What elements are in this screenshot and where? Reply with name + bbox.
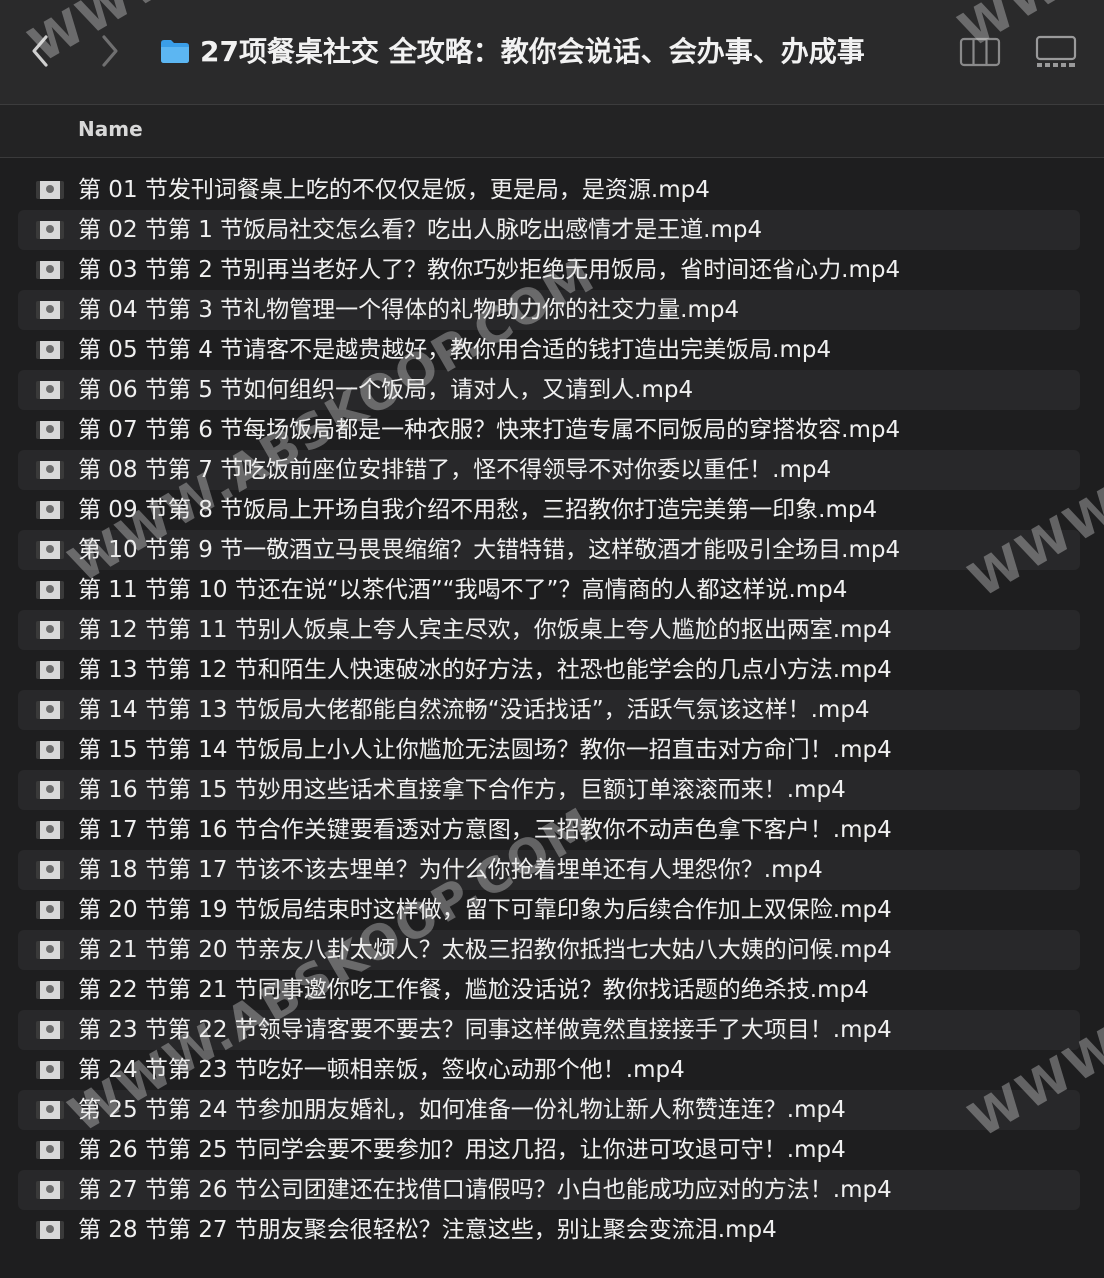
video-file-icon <box>36 661 64 679</box>
file-row[interactable]: 第 22 节第 21 节同事邀你吃工作餐，尴尬没话说？教你找话题的绝杀技.mp4 <box>18 970 1080 1010</box>
file-row[interactable]: 第 27 节第 26 节公司团建还在找借口请假吗？小白也能成功应对的方法！.mp… <box>18 1170 1080 1210</box>
file-name: 第 14 节第 13 节饭局大佬都能自然流畅“没话找话”，活跃气氛该这样！.mp… <box>78 697 870 723</box>
file-name: 第 28 节第 27 节朋友聚会很轻松？注意这些，别让聚会变流泪.mp4 <box>78 1217 777 1243</box>
video-file-icon <box>36 181 64 199</box>
file-row[interactable]: 第 20 节第 19 节饭局结束时这样做，留下可靠印象为后续合作加上双保险.mp… <box>18 890 1080 930</box>
file-row[interactable]: 第 13 节第 12 节和陌生人快速破冰的好方法，社恐也能学会的几点小方法.mp… <box>18 650 1080 690</box>
file-row[interactable]: 第 04 节第 3 节礼物管理一个得体的礼物助力你的社交力量.mp4 <box>18 290 1080 330</box>
video-file-icon <box>36 1101 64 1119</box>
file-name: 第 24 节第 23 节吃好一顿相亲饭，签收心动那个他！.mp4 <box>78 1057 685 1083</box>
file-name: 第 08 节第 7 节吃饭前座位安排错了，怪不得领导不对你委以重任！.mp4 <box>78 457 832 483</box>
file-row[interactable]: 第 02 节第 1 节饭局社交怎么看？吃出人脉吃出感情才是王道.mp4 <box>18 210 1080 250</box>
file-name: 第 20 节第 19 节饭局结束时这样做，留下可靠印象为后续合作加上双保险.mp… <box>78 897 892 923</box>
file-row[interactable]: 第 08 节第 7 节吃饭前座位安排错了，怪不得领导不对你委以重任！.mp4 <box>18 450 1080 490</box>
gallery-view-icon <box>1035 35 1077 67</box>
column-header: Name <box>0 105 1104 158</box>
file-row[interactable]: 第 18 节第 17 节该不该去埋单？为什么你抢着埋单还有人埋怨你？.mp4 <box>18 850 1080 890</box>
file-name: 第 06 节第 5 节如何组织一个饭局，请对人，又请到人.mp4 <box>78 377 694 403</box>
video-file-icon <box>36 1221 64 1239</box>
file-row[interactable]: 第 12 节第 11 节别人饭桌上夸人宾主尽欢，你饭桌上夸人尴尬的抠出两室.mp… <box>18 610 1080 650</box>
video-file-icon <box>36 821 64 839</box>
video-file-icon <box>36 741 64 759</box>
columns-view-icon <box>959 37 1001 67</box>
video-file-icon <box>36 901 64 919</box>
video-file-icon <box>36 461 64 479</box>
folder-icon <box>161 40 189 63</box>
video-file-icon <box>36 981 64 999</box>
video-file-icon <box>36 381 64 399</box>
video-file-icon <box>36 341 64 359</box>
file-row[interactable]: 第 01 节发刊词餐桌上吃的不仅仅是饭，更是局，是资源.mp4 <box>18 170 1080 210</box>
file-row[interactable]: 第 14 节第 13 节饭局大佬都能自然流畅“没话找话”，活跃气氛该这样！.mp… <box>18 690 1080 730</box>
file-list: 第 01 节发刊词餐桌上吃的不仅仅是饭，更是局，是资源.mp4 第 02 节第 1… <box>0 170 1104 1250</box>
file-name: 第 25 节第 24 节参加朋友婚礼，如何准备一份礼物让新人称赞连连？.mp4 <box>78 1097 846 1123</box>
file-name: 第 21 节第 20 节亲友八卦太烦人？太极三招教你抵挡七大姑八大姨的问候.mp… <box>78 937 892 963</box>
video-file-icon <box>36 261 64 279</box>
file-name: 第 01 节发刊词餐桌上吃的不仅仅是饭，更是局，是资源.mp4 <box>78 177 710 203</box>
video-file-icon <box>36 781 64 799</box>
file-name: 第 03 节第 2 节别再当老好人了？教你巧妙拒绝无用饭局，省时间还省心力.mp… <box>78 257 901 283</box>
file-row[interactable]: 第 28 节第 27 节朋友聚会很轻松？注意这些，别让聚会变流泪.mp4 <box>18 1210 1080 1250</box>
file-row[interactable]: 第 24 节第 23 节吃好一顿相亲饭，签收心动那个他！.mp4 <box>18 1050 1080 1090</box>
file-name: 第 22 节第 21 节同事邀你吃工作餐，尴尬没话说？教你找话题的绝杀技.mp4 <box>78 977 869 1003</box>
video-file-icon <box>36 861 64 879</box>
file-name: 第 15 节第 14 节饭局上小人让你尴尬无法圆场？教你一招直击对方命门！.mp… <box>78 737 892 763</box>
video-file-icon <box>36 581 64 599</box>
video-file-icon <box>36 701 64 719</box>
file-name: 第 02 节第 1 节饭局社交怎么看？吃出人脉吃出感情才是王道.mp4 <box>78 217 763 243</box>
file-row[interactable]: 第 17 节第 16 节合作关键要看透对方意图，三招教你不动声色拿下客户！.mp… <box>18 810 1080 850</box>
video-file-icon <box>36 1141 64 1159</box>
video-file-icon <box>36 421 64 439</box>
video-file-icon <box>36 501 64 519</box>
video-file-icon <box>36 1061 64 1079</box>
file-name: 第 09 节第 8 节饭局上开场自我介绍不用愁，三招教你打造完美第一印象.mp4 <box>78 497 878 523</box>
file-row[interactable]: 第 11 节第 10 节还在说“以茶代酒”“我喝不了”？高情商的人都这样说.mp… <box>18 570 1080 610</box>
file-name: 第 05 节第 4 节请客不是越贵越好，教你用合适的钱打造出完美饭局.mp4 <box>78 337 832 363</box>
gallery-view-button[interactable] <box>1030 30 1082 74</box>
file-row[interactable]: 第 15 节第 14 节饭局上小人让你尴尬无法圆场？教你一招直击对方命门！.mp… <box>18 730 1080 770</box>
file-name: 第 12 节第 11 节别人饭桌上夸人宾主尽欢，你饭桌上夸人尴尬的抠出两室.mp… <box>78 617 892 643</box>
file-row[interactable]: 第 07 节第 6 节每场饭局都是一种衣服？快来打造专属不同饭局的穿搭妆容.mp… <box>18 410 1080 450</box>
file-row[interactable]: 第 05 节第 4 节请客不是越贵越好，教你用合适的钱打造出完美饭局.mp4 <box>18 330 1080 370</box>
video-file-icon <box>36 301 64 319</box>
file-row[interactable]: 第 26 节第 25 节同学会要不要参加？用这几招，让你进可攻退可守！.mp4 <box>18 1130 1080 1170</box>
video-file-icon <box>36 221 64 239</box>
video-file-icon <box>36 941 64 959</box>
file-row[interactable]: 第 16 节第 15 节妙用这些话术直接拿下合作方，巨额订单滚滚而来！.mp4 <box>18 770 1080 810</box>
file-row[interactable]: 第 03 节第 2 节别再当老好人了？教你巧妙拒绝无用饭局，省时间还省心力.mp… <box>18 250 1080 290</box>
file-row[interactable]: 第 09 节第 8 节饭局上开场自我介绍不用愁，三招教你打造完美第一印象.mp4 <box>18 490 1080 530</box>
file-name: 第 13 节第 12 节和陌生人快速破冰的好方法，社恐也能学会的几点小方法.mp… <box>78 657 892 683</box>
file-name: 第 27 节第 26 节公司团建还在找借口请假吗？小白也能成功应对的方法！.mp… <box>78 1177 892 1203</box>
file-row[interactable]: 第 25 节第 24 节参加朋友婚礼，如何准备一份礼物让新人称赞连连？.mp4 <box>18 1090 1080 1130</box>
back-button[interactable] <box>20 28 60 74</box>
file-row[interactable]: 第 10 节第 9 节一敬酒立马畏畏缩缩？大错特错，这样敬酒才能吸引全场目.mp… <box>18 530 1080 570</box>
file-name: 第 10 节第 9 节一敬酒立马畏畏缩缩？大错特错，这样敬酒才能吸引全场目.mp… <box>78 537 901 563</box>
video-file-icon <box>36 621 64 639</box>
file-name: 第 04 节第 3 节礼物管理一个得体的礼物助力你的社交力量.mp4 <box>78 297 740 323</box>
toolbar: 27项餐桌社交 全攻略：教你会说话、会办事、办成事 <box>0 0 1104 105</box>
video-file-icon <box>36 1021 64 1039</box>
file-name: 第 23 节第 22 节领导请客要不要去？同事这样做竟然直接接手了大项目！.mp… <box>78 1017 892 1043</box>
file-row[interactable]: 第 21 节第 20 节亲友八卦太烦人？太极三招教你抵挡七大姑八大姨的问候.mp… <box>18 930 1080 970</box>
file-name: 第 26 节第 25 节同学会要不要参加？用这几招，让你进可攻退可守！.mp4 <box>78 1137 846 1163</box>
chevron-left-icon <box>32 35 48 67</box>
window-title: 27项餐桌社交 全攻略：教你会说话、会办事、办成事 <box>200 35 865 68</box>
columns-view-button[interactable] <box>954 30 1006 74</box>
name-column-header[interactable]: Name <box>78 117 143 141</box>
forward-button[interactable] <box>90 28 130 74</box>
file-name: 第 18 节第 17 节该不该去埋单？为什么你抢着埋单还有人埋怨你？.mp4 <box>78 857 823 883</box>
file-name: 第 07 节第 6 节每场饭局都是一种衣服？快来打造专属不同饭局的穿搭妆容.mp… <box>78 417 901 443</box>
file-row[interactable]: 第 23 节第 22 节领导请客要不要去？同事这样做竟然直接接手了大项目！.mp… <box>18 1010 1080 1050</box>
chevron-right-icon <box>102 35 118 67</box>
video-file-icon <box>36 1181 64 1199</box>
file-name: 第 11 节第 10 节还在说“以茶代酒”“我喝不了”？高情商的人都这样说.mp… <box>78 577 848 603</box>
file-row[interactable]: 第 06 节第 5 节如何组织一个饭局，请对人，又请到人.mp4 <box>18 370 1080 410</box>
file-name: 第 17 节第 16 节合作关键要看透对方意图，三招教你不动声色拿下客户！.mp… <box>78 817 892 843</box>
video-file-icon <box>36 541 64 559</box>
finder-window: 27项餐桌社交 全攻略：教你会说话、会办事、办成事 Name 第 01 节发刊词… <box>0 0 1104 1278</box>
file-name: 第 16 节第 15 节妙用这些话术直接拿下合作方，巨额订单滚滚而来！.mp4 <box>78 777 846 803</box>
